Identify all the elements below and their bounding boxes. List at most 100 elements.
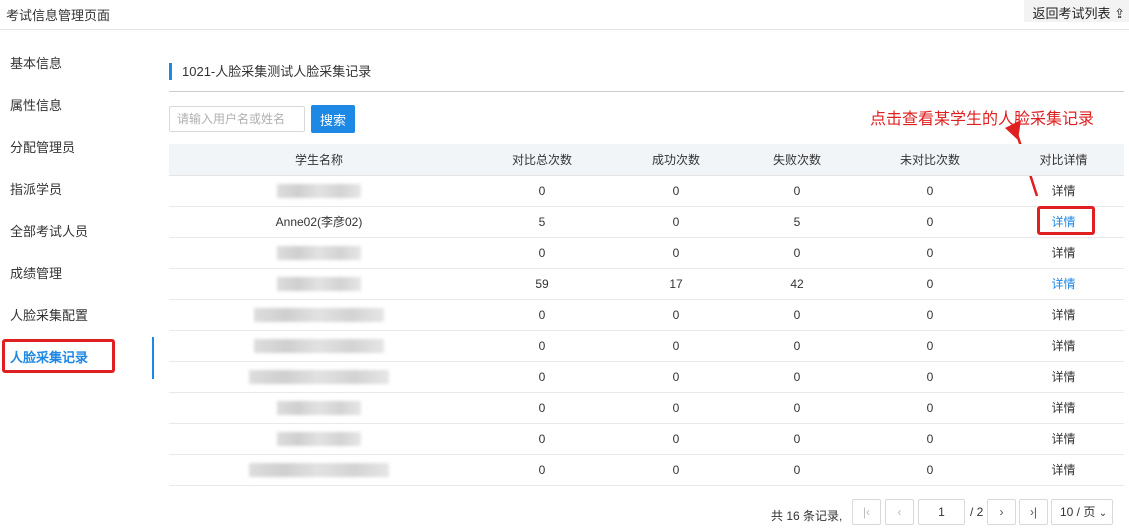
sidebar-item-label: 指派学员 [10,182,63,197]
total-cell: 59 [469,268,615,300]
table-row: 0 0 0 0 详情 [169,392,1124,424]
back-to-exam-list-button[interactable]: 返回考试列表 ⇪ [1024,0,1129,22]
sidebar-item-attribute-info[interactable]: 属性信息 [0,85,154,127]
sidebar-item-basic-info[interactable]: 基本信息 [0,43,154,85]
sidebar-item-label: 人脸采集配置 [10,308,89,323]
sidebar-item-face-records[interactable]: 人脸采集记录 [0,337,154,379]
student-name-cell [169,392,469,424]
sidebar-item-face-config[interactable]: 人脸采集配置 [0,295,154,337]
detail-link[interactable]: 详情 [1051,277,1075,291]
student-name-cell [169,268,469,300]
search-input[interactable] [169,106,305,132]
detail-link[interactable]: 详情 [1051,339,1075,353]
uncompared-cell: 0 [857,237,1003,269]
student-name-cell [169,454,469,486]
sidebar-item-assign-admin[interactable]: 分配管理员 [0,127,154,169]
column-header-student-name: 学生名称 [169,144,469,176]
detail-link[interactable]: 详情 [1051,184,1075,198]
pagination: 共 16 条记录, |‹ ‹ / 2 › ›| 10 / 页 ⌄ [169,499,1124,529]
page-title: 考试信息管理页面 [6,8,111,23]
uncompared-cell: 0 [857,268,1003,300]
success-cell: 0 [615,175,737,207]
page-size-value: 10 / 页 [1060,505,1096,519]
last-page-button[interactable]: ›| [1019,499,1048,525]
annotation-text: 点击查看某学生的人脸采集记录 [870,111,1095,128]
total-cell: 0 [469,423,615,455]
blurred-name [254,338,384,353]
chevron-left-icon: ‹ [897,505,902,519]
blurred-name [277,431,361,446]
blurred-name [277,400,361,415]
success-cell: 0 [615,206,737,238]
table-row: 0 0 0 0 详情 [169,361,1124,393]
detail-link[interactable]: 详情 [1051,432,1075,446]
sidebar-item-assign-students[interactable]: 指派学员 [0,169,154,211]
detail-link[interactable]: 详情 [1051,246,1075,260]
detail-link[interactable]: 详情 [1051,308,1075,322]
success-cell: 0 [615,330,737,362]
next-page-button[interactable]: › [987,499,1016,525]
table-row: 0 0 0 0 详情 [169,423,1124,455]
detail-cell: 详情 [1003,454,1124,486]
total-cell: 0 [469,330,615,362]
total-cell: 0 [469,237,615,269]
detail-cell: 详情 [1003,206,1124,238]
fail-cell: 0 [737,361,857,393]
sidebar-item-score-management[interactable]: 成绩管理 [0,253,154,295]
blurred-name [254,307,384,322]
total-pages: / 2 [970,505,984,519]
total-records: 共 16 条记录, [771,509,843,523]
search-button[interactable]: 搜索 [311,105,355,133]
detail-link[interactable]: 详情 [1051,463,1075,477]
records-table: 学生名称 对比总次数 成功次数 失败次数 未对比次数 对比详情 0 0 0 0 … [169,144,1124,486]
fail-cell: 0 [737,454,857,486]
detail-cell: 详情 [1003,361,1124,393]
uncompared-cell: 0 [857,454,1003,486]
page-number-input[interactable] [918,499,965,525]
student-name-cell [169,423,469,455]
first-page-button[interactable]: |‹ [852,499,881,525]
student-name-cell [169,330,469,362]
table-row: 0 0 0 0 详情 [169,454,1124,486]
blurred-name [249,462,389,477]
blurred-name [249,369,389,384]
fail-cell: 0 [737,299,857,331]
column-header-total-compares: 对比总次数 [469,144,615,176]
total-cell: 0 [469,175,615,207]
table-row: 0 0 0 0 详情 [169,175,1124,207]
detail-cell: 详情 [1003,237,1124,269]
student-name-cell [169,175,469,207]
sidebar-item-all-examinees[interactable]: 全部考试人员 [0,211,154,253]
uncompared-cell: 0 [857,423,1003,455]
prev-page-button[interactable]: ‹ [885,499,914,525]
fail-cell: 0 [737,175,857,207]
success-cell: 0 [615,299,737,331]
column-header-uncompared-count: 未对比次数 [857,144,1003,176]
section-title: 1021-人脸采集测试人脸采集记录 [169,63,371,80]
column-header-success-count: 成功次数 [615,144,737,176]
total-cell: 0 [469,454,615,486]
student-name-cell [169,361,469,393]
student-name-cell [169,237,469,269]
success-cell: 0 [615,237,737,269]
detail-link[interactable]: 详情 [1051,370,1075,384]
detail-cell: 详情 [1003,330,1124,362]
detail-link[interactable]: 详情 [1037,206,1096,235]
success-cell: 17 [615,268,737,300]
page-size-select[interactable]: 10 / 页 ⌄ [1051,499,1113,525]
success-cell: 0 [615,392,737,424]
sidebar-item-label: 成绩管理 [10,266,63,281]
last-page-icon: ›| [1029,505,1038,519]
fail-cell: 0 [737,237,857,269]
student-name-cell: Anne02(李彦02) [169,206,469,238]
highlight-box [2,339,115,373]
chevron-right-icon: › [999,505,1004,519]
detail-link[interactable]: 详情 [1051,401,1075,415]
fail-cell: 42 [737,268,857,300]
table-header-row: 学生名称 对比总次数 成功次数 失败次数 未对比次数 对比详情 [169,144,1124,176]
uncompared-cell: 0 [857,330,1003,362]
sidebar: 基本信息 属性信息 分配管理员 指派学员 全部考试人员 成绩管理 人脸采集配置 … [0,43,154,379]
column-header-fail-count: 失败次数 [737,144,857,176]
total-cell: 5 [469,206,615,238]
success-cell: 0 [615,454,737,486]
